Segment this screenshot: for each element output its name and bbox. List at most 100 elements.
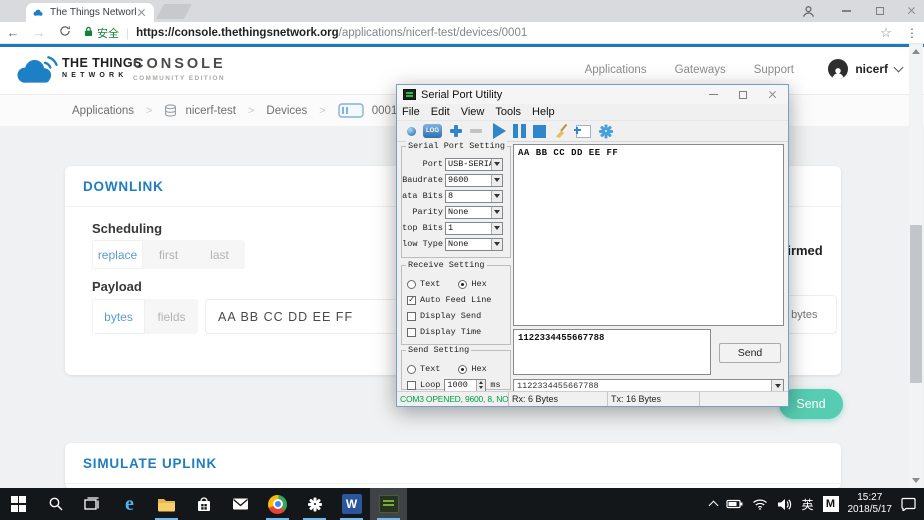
windows-logo-icon xyxy=(11,496,27,512)
menu-edit[interactable]: Edit xyxy=(431,106,450,118)
browser-menu-icon[interactable]: ⋮ xyxy=(900,26,924,40)
user-menu[interactable]: nicerf xyxy=(828,59,902,79)
bookmark-star-icon[interactable]: ☆ xyxy=(872,25,900,41)
serial-close-button[interactable] xyxy=(758,85,788,104)
chevron-down-icon xyxy=(491,239,502,250)
send-text-radio[interactable] xyxy=(407,365,416,374)
loop-checkbox[interactable] xyxy=(407,381,416,390)
volume-indicator[interactable] xyxy=(777,498,792,511)
security-label: 安全 xyxy=(97,25,119,41)
databits-select[interactable]: 8 xyxy=(445,190,503,203)
scroll-down-icon[interactable] xyxy=(912,478,920,483)
taskbar-serial-port-utility[interactable] xyxy=(370,488,407,520)
start-button[interactable] xyxy=(0,488,37,520)
window-maximize-button[interactable] xyxy=(864,0,896,22)
chevron-down-icon xyxy=(491,191,502,202)
breadcrumb-devices[interactable]: Devices xyxy=(266,105,307,117)
menu-file[interactable]: File xyxy=(402,106,420,118)
menu-view[interactable]: View xyxy=(461,106,485,118)
new-window-icon[interactable] xyxy=(576,125,591,138)
breadcrumb-device-item[interactable]: 0001 xyxy=(338,103,398,118)
flowtype-select[interactable]: None xyxy=(445,238,503,251)
stopbits-label: Stop Bits xyxy=(402,223,445,233)
wifi-indicator[interactable] xyxy=(752,498,768,510)
taskbar-file-explorer[interactable] xyxy=(148,488,185,520)
taskbar-word[interactable]: W xyxy=(333,488,370,520)
taskbar-settings[interactable] xyxy=(296,488,333,520)
battery-indicator[interactable] xyxy=(726,498,743,510)
settings-gear-icon[interactable] xyxy=(598,124,613,139)
taskbar-edge[interactable]: e xyxy=(111,488,148,520)
serial-send-button[interactable]: Send xyxy=(719,343,781,363)
nav-support[interactable]: Support xyxy=(754,64,794,76)
chevron-down-icon xyxy=(491,175,502,186)
taskbar-chrome[interactable] xyxy=(259,488,296,520)
spinner-arrows-icon[interactable] xyxy=(476,380,485,391)
serial-port-setting-title: Serial Port Setting xyxy=(406,141,507,151)
task-view-button[interactable] xyxy=(74,488,111,520)
breadcrumb-application-item[interactable]: nicerf-test xyxy=(164,104,236,117)
ime-language-indicator[interactable]: 英 xyxy=(801,496,813,513)
auto-feed-line-checkbox[interactable]: ✓ xyxy=(407,296,416,305)
scroll-up-icon[interactable] xyxy=(912,49,920,54)
receive-hex-radio[interactable] xyxy=(458,280,467,289)
reload-icon[interactable] xyxy=(52,25,78,40)
forward-icon[interactable]: → xyxy=(26,25,52,40)
receive-text-radio[interactable] xyxy=(407,280,416,289)
payload-label: Payload xyxy=(92,279,142,294)
ime-mode-indicator[interactable]: M xyxy=(823,496,839,512)
receive-data-area[interactable]: AA BB CC DD EE FF xyxy=(513,144,784,326)
word-icon: W xyxy=(342,494,362,514)
ttn-logo-cloud-icon xyxy=(12,54,60,88)
back-icon[interactable]: ← xyxy=(0,25,26,40)
port-select[interactable]: USB-SERIA xyxy=(445,158,503,171)
action-center-button[interactable] xyxy=(901,497,916,511)
tab-first[interactable]: first xyxy=(143,240,194,269)
breadcrumb-applications[interactable]: Applications xyxy=(72,105,134,117)
serial-titlebar[interactable]: Serial Port Utility xyxy=(397,85,788,104)
nav-applications[interactable]: Applications xyxy=(585,64,647,76)
parity-select[interactable]: None xyxy=(445,206,503,219)
clear-broom-icon[interactable] xyxy=(553,123,569,139)
taskbar-mail[interactable] xyxy=(222,488,259,520)
stop-icon[interactable] xyxy=(533,125,546,138)
send-data-area[interactable]: 1122334455667788 xyxy=(513,329,711,375)
connect-icon[interactable] xyxy=(407,127,416,136)
nav-gateways[interactable]: Gateways xyxy=(675,64,726,76)
tray-expand-button[interactable] xyxy=(710,499,717,509)
taskbar-store[interactable] xyxy=(185,488,222,520)
serial-port-utility-window: Serial Port Utility File Edit View Tools… xyxy=(396,84,789,407)
add-icon[interactable] xyxy=(449,124,463,138)
new-tab-button[interactable] xyxy=(156,4,192,19)
tab-last[interactable]: last xyxy=(194,240,245,269)
display-send-checkbox[interactable] xyxy=(407,312,416,321)
tab-bytes[interactable]: bytes xyxy=(92,299,145,334)
menu-help[interactable]: Help xyxy=(532,106,555,118)
browser-tab[interactable]: The Things Network C xyxy=(26,3,154,22)
tab-fields[interactable]: fields xyxy=(145,299,198,334)
window-minimize-button[interactable] xyxy=(830,0,862,22)
serial-maximize-button[interactable] xyxy=(728,85,758,104)
remove-icon[interactable] xyxy=(470,129,482,133)
tab-close-icon[interactable] xyxy=(136,7,148,19)
ttn-brand-name: THE THINGS NETWORK xyxy=(62,56,142,79)
taskbar-search[interactable] xyxy=(37,488,74,520)
receive-text-label: Text xyxy=(420,279,440,289)
tab-replace[interactable]: replace xyxy=(92,240,143,269)
menu-tools[interactable]: Tools xyxy=(495,106,521,118)
maximize-icon xyxy=(876,7,884,15)
baudrate-select[interactable]: 9600 xyxy=(445,174,503,187)
address-bar[interactable]: 安全 | https://console.thethingsnetwork.or… xyxy=(84,22,872,44)
send-hex-radio[interactable] xyxy=(458,365,467,374)
browser-profile-icon[interactable] xyxy=(792,0,824,22)
start-icon[interactable] xyxy=(489,123,506,139)
serial-minimize-button[interactable] xyxy=(698,85,728,104)
scrollbar-thumb[interactable] xyxy=(910,225,922,383)
pause-icon[interactable] xyxy=(513,124,526,138)
log-icon[interactable]: LOG xyxy=(423,124,442,138)
stopbits-select[interactable]: 1 xyxy=(445,222,503,235)
taskbar-clock[interactable]: 15:27 2018/5/17 xyxy=(848,492,893,517)
window-close-button[interactable] xyxy=(896,0,924,22)
loop-interval-spinner[interactable]: 1000 xyxy=(444,379,486,392)
display-time-checkbox[interactable] xyxy=(407,328,416,337)
